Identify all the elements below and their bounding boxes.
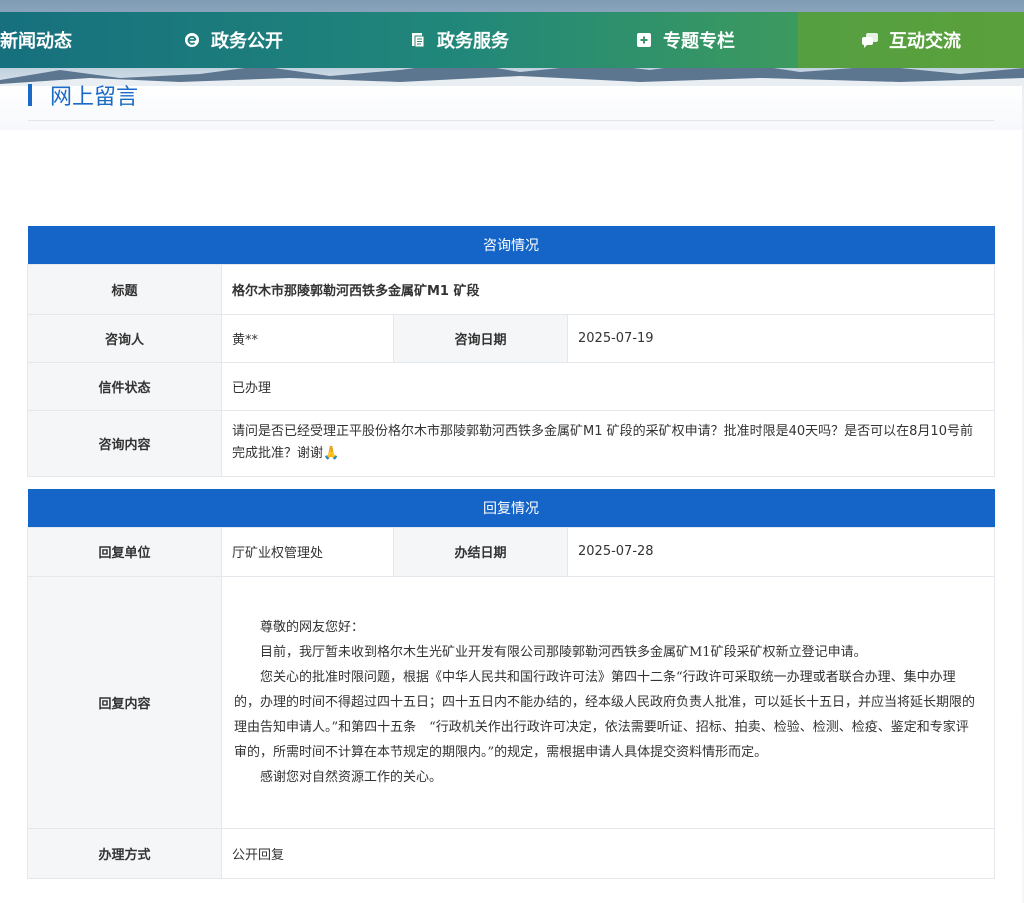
table-row: 咨询人 黄** 咨询日期 2025-07-19 bbox=[27, 313, 995, 363]
reply-content-label: 回复内容 bbox=[27, 575, 222, 829]
table-row: 标题 格尔木市那陵郭勒河西铁多金属矿M1 矿段 bbox=[27, 263, 995, 315]
reply-header-row: 回复情况 bbox=[27, 489, 995, 527]
panel-top-strip bbox=[0, 86, 1022, 130]
nav-item-interaction[interactable]: 互动交流 bbox=[798, 12, 1024, 68]
title-label: 标题 bbox=[27, 263, 222, 315]
reply-unit-label: 回复单位 bbox=[27, 526, 222, 577]
consult-date-label: 咨询日期 bbox=[393, 313, 568, 363]
reply-paragraph: 目前，我厅暂未收到格尔木生光矿业开发有限公司那陵郭勒河西铁多金属矿M1矿段采矿权… bbox=[260, 644, 867, 660]
method-value: 公开回复 bbox=[221, 827, 995, 879]
table-row: 回复单位 厅矿业权管理处 办结日期 2025-07-28 bbox=[27, 526, 995, 577]
status-value: 已办理 bbox=[221, 361, 995, 411]
consult-content-label: 咨询内容 bbox=[27, 409, 222, 477]
method-label: 办理方式 bbox=[27, 827, 222, 879]
reply-paragraph: 尊敬的网友您好： bbox=[260, 619, 365, 635]
consult-header-row: 咨询情况 bbox=[27, 226, 995, 264]
reply-table: 回复情况 回复单位 厅矿业权管理处 办结日期 2025-07-28 回复内容 尊… bbox=[27, 489, 995, 879]
completion-date-value: 2025-07-28 bbox=[567, 526, 995, 577]
title-value: 格尔木市那陵郭勒河西铁多金属矿M1 矿段 bbox=[221, 263, 995, 315]
chat-icon bbox=[861, 31, 879, 49]
consult-content-value: 请问是否已经受理正平股份格尔木市那陵郭勒河西铁多金属矿M1 矿段的采矿权申请？批… bbox=[221, 409, 995, 477]
consult-table: 咨询情况 标题 格尔木市那陵郭勒河西铁多金属矿M1 矿段 咨询人 黄** 咨询日… bbox=[27, 226, 995, 477]
person-label: 咨询人 bbox=[27, 313, 222, 363]
person-value: 黄** bbox=[221, 313, 394, 363]
nav-item-special-topics[interactable]: 专题专栏 bbox=[572, 12, 798, 68]
reply-header: 回复情况 bbox=[27, 489, 995, 527]
document-icon bbox=[409, 31, 427, 49]
completion-date-label: 办结日期 bbox=[393, 526, 568, 577]
nav-item-label: 专题专栏 bbox=[663, 31, 735, 52]
nav-item-label: 互动交流 bbox=[889, 31, 961, 52]
reply-content: 尊敬的网友您好： 目前，我厅暂未收到格尔木生光矿业开发有限公司那陵郭勒河西铁多金… bbox=[221, 575, 995, 829]
section-title: 网上留言 bbox=[50, 85, 139, 110]
status-label: 信件状态 bbox=[27, 361, 222, 411]
table-row: 办理方式 公开回复 bbox=[27, 827, 995, 879]
reply-paragraph: 您关心的批准时限问题，根据《中华人民共和国行政许可法》第四十二条“行政许可采取统… bbox=[234, 669, 976, 760]
nav-item-news[interactable]: 新闻动态 bbox=[0, 12, 120, 68]
table-row: 回复内容 尊敬的网友您好： 目前，我厅暂未收到格尔木生光矿业开发有限公司那陵郭勒… bbox=[27, 575, 995, 829]
nav-item-label: 政务服务 bbox=[437, 31, 509, 52]
plus-square-icon bbox=[635, 31, 653, 49]
section-divider bbox=[28, 120, 994, 121]
section-header: 网上留言 bbox=[28, 78, 138, 112]
consult-header: 咨询情况 bbox=[27, 226, 995, 264]
nav-item-label: 新闻动态 bbox=[0, 31, 72, 52]
reply-unit-value: 厅矿业权管理处 bbox=[221, 526, 394, 577]
table-row: 信件状态 已办理 bbox=[27, 361, 995, 411]
table-row: 咨询内容 请问是否已经受理正平股份格尔木市那陵郭勒河西铁多金属矿M1 矿段的采矿… bbox=[27, 409, 995, 477]
e-icon bbox=[183, 31, 201, 49]
nav-item-label: 政务公开 bbox=[211, 31, 283, 52]
consult-date-value: 2025-07-19 bbox=[567, 313, 995, 363]
nav-item-government-services[interactable]: 政务服务 bbox=[346, 12, 572, 68]
section-accent-bar bbox=[28, 84, 32, 106]
main-nav: 新闻动态 政务公开 政务服务 专题专栏 互动交流 bbox=[0, 12, 1024, 68]
reply-paragraph: 感谢您对自然资源工作的关心。 bbox=[260, 769, 443, 785]
nav-item-government-affairs[interactable]: 政务公开 bbox=[120, 12, 346, 68]
